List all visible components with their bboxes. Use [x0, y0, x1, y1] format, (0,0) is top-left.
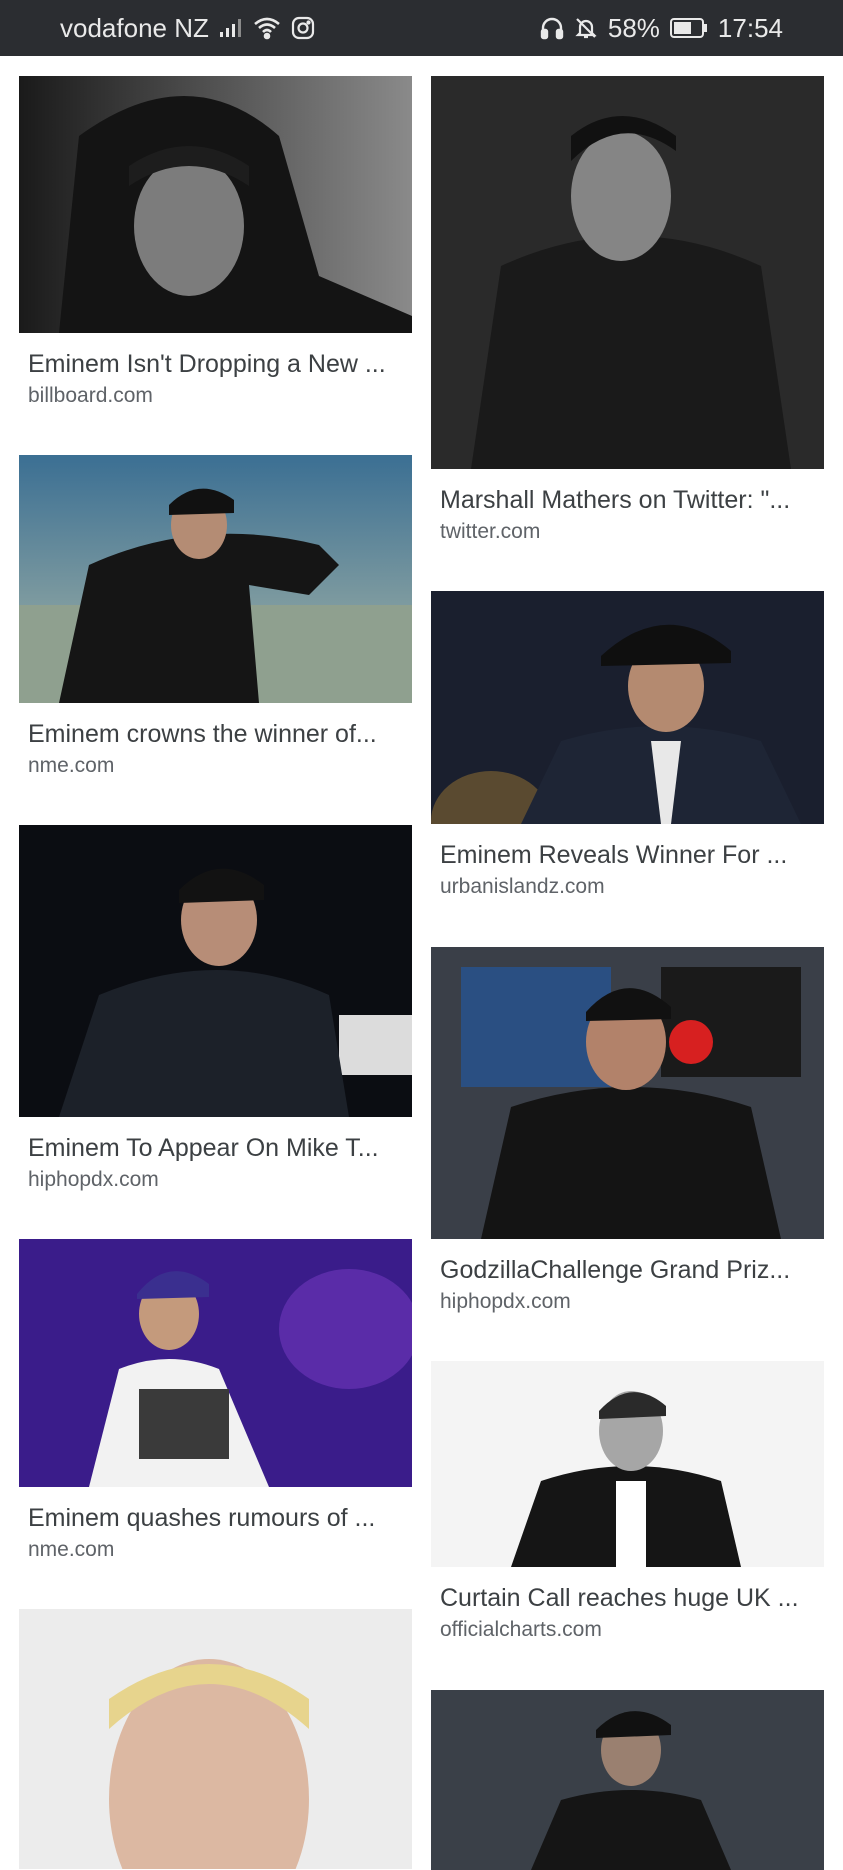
- result-title[interactable]: Eminem To Appear On Mike T...: [19, 1131, 412, 1165]
- result-card[interactable]: [431, 1690, 824, 1870]
- status-bar-left: vodafone NZ: [60, 13, 315, 44]
- result-source: billboard.com: [28, 384, 153, 407]
- wifi-icon: [253, 16, 281, 40]
- result-title[interactable]: GodzillaChallenge Grand Priz...: [431, 1253, 824, 1287]
- result-title[interactable]: Curtain Call reaches huge UK ...: [431, 1581, 824, 1615]
- result-image[interactable]: [19, 825, 412, 1117]
- result-card[interactable]: [19, 1609, 412, 1869]
- result-card[interactable]: Eminem Reveals Winner For ... urbanislan…: [431, 591, 824, 902]
- result-title[interactable]: Eminem Reveals Winner For ...: [431, 838, 824, 872]
- signal-icon: [219, 17, 243, 39]
- headphones-icon: [540, 16, 564, 40]
- instagram-icon: [291, 16, 315, 40]
- result-image[interactable]: [431, 947, 824, 1239]
- status-bar-right: 58% 17:54: [540, 13, 783, 44]
- bell-muted-icon: [574, 16, 598, 40]
- result-image[interactable]: [19, 1239, 412, 1487]
- result-title[interactable]: Eminem crowns the winner of...: [19, 717, 412, 751]
- result-card[interactable]: Eminem Isn't Dropping a New ... billboar…: [19, 76, 412, 411]
- result-image[interactable]: [431, 591, 824, 824]
- result-card[interactable]: Curtain Call reaches huge UK ... officia…: [431, 1361, 824, 1645]
- result-source: hiphopdx.com: [28, 1168, 159, 1191]
- status-bar: vodafone NZ 58% 17:54: [0, 0, 843, 56]
- result-source: nme.com: [28, 1538, 115, 1561]
- result-source: officialcharts.com: [440, 1618, 602, 1641]
- battery-icon: [669, 17, 708, 39]
- result-source: hiphopdx.com: [440, 1290, 571, 1313]
- result-card[interactable]: GodzillaChallenge Grand Priz... hiphopdx…: [431, 947, 824, 1317]
- result-image[interactable]: [431, 1690, 824, 1870]
- result-image[interactable]: [19, 1609, 412, 1869]
- carrier-label: vodafone NZ: [60, 12, 209, 43]
- result-card[interactable]: Marshall Mathers on Twitter: "... twitte…: [431, 76, 824, 547]
- result-source: urbanislandz.com: [440, 875, 605, 898]
- result-source: twitter.com: [440, 520, 541, 543]
- result-title[interactable]: Eminem Isn't Dropping a New ...: [19, 347, 412, 381]
- result-title[interactable]: Eminem quashes rumours of ...: [19, 1501, 412, 1535]
- battery-percent: 58%: [607, 12, 660, 43]
- clock: 17:54: [717, 12, 783, 43]
- result-card[interactable]: Eminem crowns the winner of... nme.com: [19, 455, 412, 781]
- result-card[interactable]: Eminem quashes rumours of ... nme.com: [19, 1239, 412, 1565]
- result-source: nme.com: [28, 754, 115, 777]
- result-image[interactable]: [19, 455, 412, 703]
- result-card[interactable]: Eminem To Appear On Mike T... hiphopdx.c…: [19, 825, 412, 1195]
- result-image[interactable]: [19, 76, 412, 333]
- result-image[interactable]: [431, 76, 824, 469]
- result-title[interactable]: Marshall Mathers on Twitter: "...: [431, 483, 824, 517]
- result-image[interactable]: [431, 1361, 824, 1567]
